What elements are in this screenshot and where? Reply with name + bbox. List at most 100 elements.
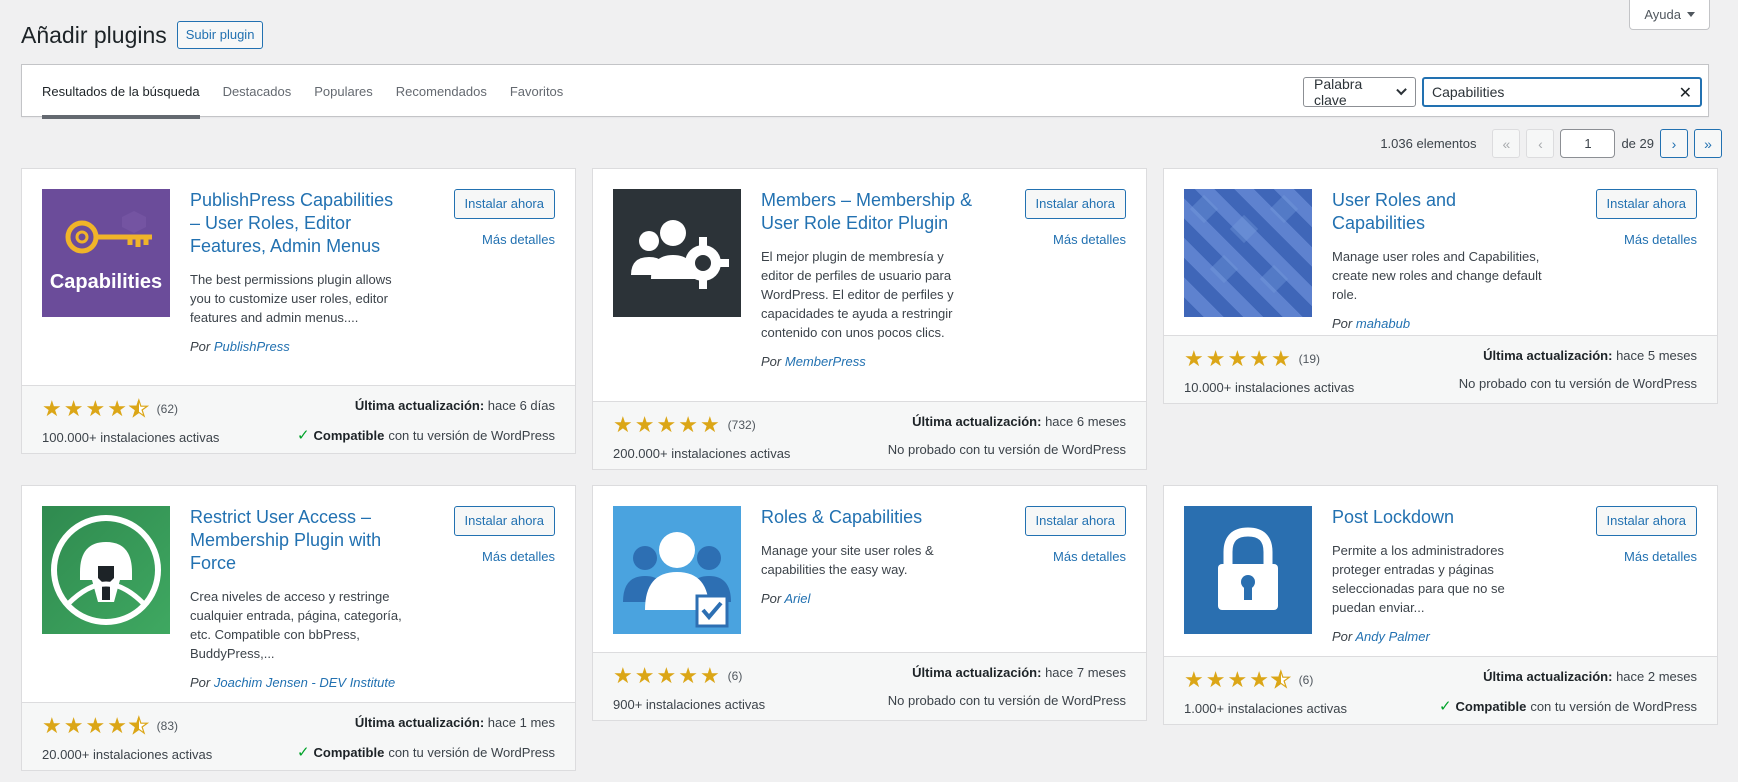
- install-now-button[interactable]: Instalar ahora: [1024, 506, 1126, 536]
- current-page-input[interactable]: 1: [1560, 129, 1616, 158]
- plugin-description: Manage user roles and Capabilities, crea…: [1332, 249, 1542, 302]
- check-icon: ✓: [296, 744, 310, 761]
- page-header: Añadir plugins Subir plugin: [21, 18, 264, 52]
- author-prefix: Por: [761, 591, 782, 606]
- first-page-button[interactable]: «: [1492, 129, 1521, 158]
- plugin-author: Por MemberPress: [761, 354, 1126, 369]
- star-full-icon: ★: [613, 412, 633, 437]
- help-button[interactable]: Ayuda: [1629, 0, 1710, 30]
- last-updated: Última actualización: hace 1 mes: [355, 715, 555, 730]
- star-full-icon: ★: [85, 713, 106, 738]
- star-half-icon: ★: [128, 713, 149, 738]
- clear-search-icon[interactable]: ✕: [1679, 83, 1692, 103]
- author-prefix: Por: [190, 675, 211, 690]
- plugin-name-link[interactable]: User Roles and Capabilities: [1332, 189, 1549, 235]
- last-updated-value: hace 6 días: [487, 398, 555, 413]
- author-link[interactable]: Andy Palmer: [1355, 629, 1429, 644]
- author-prefix: Por: [1332, 629, 1353, 644]
- plugin-card: Capabilities PublishPress Capabilities –…: [21, 168, 576, 454]
- plugin-name-link[interactable]: PublishPress Capabilities – User Roles, …: [190, 189, 407, 258]
- more-details-link[interactable]: Más detalles: [482, 549, 555, 564]
- help-label: Ayuda: [1644, 7, 1681, 22]
- compatibility: ✓ Compatible con tu versión de WordPress: [1439, 697, 1697, 715]
- plugin-card: Post Lockdown Instalar ahora Más detalle…: [1163, 485, 1718, 725]
- author-link[interactable]: Ariel: [784, 591, 810, 606]
- more-details-link[interactable]: Más detalles: [1624, 232, 1697, 247]
- star-full-icon: ★: [1270, 346, 1291, 371]
- compatibility: ✓ Compatible con tu versión de WordPress: [297, 743, 555, 761]
- compat-bold: Compatible: [313, 744, 385, 760]
- star-half-icon: ★: [128, 396, 149, 421]
- more-details-link[interactable]: Más detalles: [1053, 232, 1126, 247]
- last-updated-label: Última actualización:: [1483, 669, 1613, 684]
- install-now-button[interactable]: Instalar ahora: [453, 506, 555, 536]
- upload-plugin-button[interactable]: Subir plugin: [176, 21, 264, 49]
- star-full-icon: ★: [1227, 667, 1248, 692]
- plugin-author: Por Joachim Jensen - DEV Institute: [190, 675, 555, 690]
- plugin-name-link[interactable]: Roles & Capabilities: [761, 506, 978, 529]
- more-details-link[interactable]: Más detalles: [482, 232, 555, 247]
- more-details-link[interactable]: Más detalles: [1624, 549, 1697, 564]
- plugin-author: Por PublishPress: [190, 339, 555, 354]
- more-details-link[interactable]: Más detalles: [1053, 549, 1126, 564]
- active-installs: 200.000+ instalaciones activas: [613, 446, 791, 461]
- compatibility: No probado con tu versión de WordPress: [888, 442, 1126, 457]
- star-full-icon: ★: [634, 663, 655, 688]
- last-page-button[interactable]: »: [1694, 129, 1722, 158]
- last-updated-value: hace 6 meses: [1045, 414, 1126, 429]
- star-full-icon: ★: [1227, 346, 1248, 371]
- author-link[interactable]: Joachim Jensen - DEV Institute: [214, 675, 395, 690]
- plugin-author: Por Ariel: [761, 591, 1126, 606]
- install-now-button[interactable]: Instalar ahora: [1595, 189, 1697, 219]
- star-rating: ★ ★ ★ ★ ★ (6): [613, 663, 742, 688]
- search-input[interactable]: Capabilities ✕: [1422, 77, 1702, 107]
- star-full-icon: ★: [1249, 667, 1269, 692]
- author-link[interactable]: mahabub: [1356, 316, 1410, 331]
- rating-count: (6): [1298, 673, 1314, 687]
- last-updated: Última actualización: hace 7 meses: [912, 665, 1126, 680]
- author-link[interactable]: MemberPress: [785, 354, 866, 369]
- plugin-tabs: Resultados de la búsqueda Destacados Pop…: [42, 65, 586, 119]
- chevron-down-icon: [1396, 84, 1407, 96]
- compat-rest: con tu versión de WordPress: [388, 744, 555, 760]
- compatibility: ✓ Compatible con tu versión de WordPress: [297, 426, 555, 444]
- install-now-button[interactable]: Instalar ahora: [1024, 189, 1126, 219]
- star-full-icon: ★: [699, 663, 720, 688]
- plugin-name-link[interactable]: Post Lockdown: [1332, 506, 1549, 529]
- tab-favorites[interactable]: Favoritos: [510, 65, 563, 118]
- star-full-icon: ★: [613, 663, 633, 688]
- author-prefix: Por: [761, 354, 782, 369]
- tab-search-results[interactable]: Resultados de la búsqueda: [42, 65, 200, 119]
- plugin-author: Por mahabub: [1332, 316, 1697, 331]
- star-full-icon: ★: [1205, 667, 1226, 692]
- tab-featured[interactable]: Destacados: [223, 65, 292, 118]
- rating-count: (83): [156, 719, 179, 733]
- plugin-description: The best permissions plugin allows you t…: [190, 272, 392, 325]
- plugin-name-link[interactable]: Members – Membership & User Role Editor …: [761, 189, 978, 235]
- last-updated-label: Última actualización:: [354, 398, 485, 413]
- star-full-icon: ★: [656, 663, 677, 688]
- star-full-icon: ★: [656, 412, 677, 437]
- last-updated-label: Última actualización:: [912, 665, 1042, 680]
- rating-count: (62): [156, 402, 179, 416]
- tab-recommended[interactable]: Recomendados: [396, 65, 487, 118]
- plugin-description: Permite a los administradores proteger e…: [1332, 543, 1505, 615]
- search-type-select[interactable]: Palabra clave: [1303, 76, 1416, 108]
- next-page-button[interactable]: ›: [1660, 129, 1688, 158]
- active-installs: 100.000+ instalaciones activas: [42, 430, 220, 445]
- plugin-name-link[interactable]: Restrict User Access – Membership Plugin…: [190, 506, 407, 575]
- author-link[interactable]: PublishPress: [214, 339, 290, 354]
- tab-popular[interactable]: Populares: [314, 65, 373, 118]
- compatibility: No probado con tu versión de WordPress: [888, 693, 1126, 708]
- star-rating: ★ ★ ★ ★ ★ (732): [613, 412, 756, 437]
- plugin-description: Manage your site user roles & capabiliti…: [761, 543, 934, 577]
- install-now-button[interactable]: Instalar ahora: [453, 189, 555, 219]
- star-full-icon: ★: [42, 396, 62, 421]
- prev-page-button[interactable]: ‹: [1526, 129, 1555, 158]
- star-half-icon: ★: [1270, 667, 1291, 692]
- plugin-author: Por Andy Palmer: [1332, 629, 1697, 644]
- install-now-button[interactable]: Instalar ahora: [1595, 506, 1697, 536]
- page-title: Añadir plugins: [21, 22, 167, 48]
- card-footer: ★ ★ ★ ★ ★ (732) 200.000+ instalaciones activ…: [593, 401, 1146, 469]
- pagination: 1.036 elementos « ‹ 1 de 29 › »: [1380, 129, 1722, 158]
